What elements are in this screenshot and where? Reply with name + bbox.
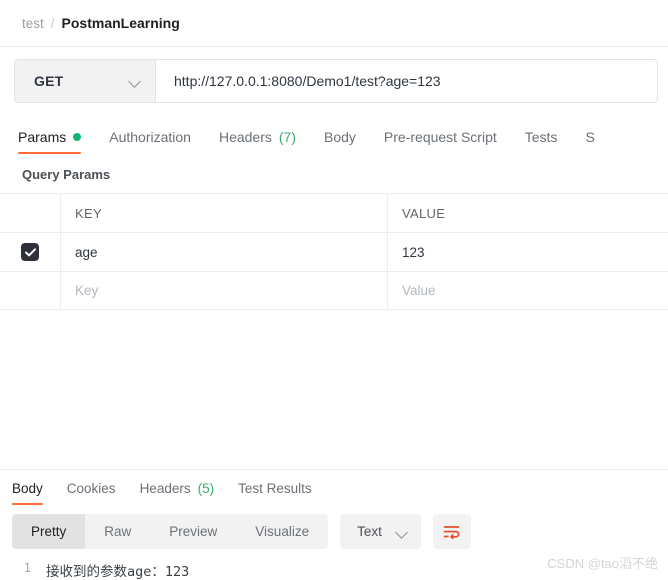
row-key-input[interactable]: age [61, 233, 388, 271]
tab-tests-label: Tests [524, 129, 558, 145]
response-format-label: Text [357, 524, 382, 539]
watermark: CSDN @tao滔不绝 [547, 556, 658, 571]
tab-tests[interactable]: Tests [525, 129, 558, 154]
url-bar-container: GET http://127.0.0.1:8080/Demo1/test?age… [0, 47, 668, 103]
word-wrap-button[interactable] [432, 514, 471, 549]
table-header-value: VALUE [402, 205, 446, 221]
line-number: 1 [23, 560, 31, 575]
row-key-input-empty[interactable]: Key [61, 272, 388, 309]
row-value-input-empty[interactable]: Value [388, 272, 668, 309]
response-tabs: Body Cookies Headers (5) Test Results [0, 470, 668, 505]
row-checkbox-cell [0, 272, 61, 309]
view-mode-pretty[interactable]: Pretty [12, 514, 86, 549]
tab-params[interactable]: Params [18, 129, 82, 154]
request-pane-filler [0, 310, 668, 469]
row-value-input[interactable]: 123 [388, 233, 668, 271]
url-input[interactable]: http://127.0.0.1:8080/Demo1/test?age=123 [156, 60, 657, 102]
tab-settings[interactable]: S [585, 129, 594, 154]
view-mode-segmented-control: Pretty Raw Preview Visualize [12, 514, 329, 549]
url-bar: GET http://127.0.0.1:8080/Demo1/test?age… [14, 59, 658, 103]
response-tab-cookies-label: Cookies [66, 481, 116, 496]
tab-authorization[interactable]: Authorization [109, 129, 191, 154]
http-method-label: GET [34, 73, 64, 89]
tab-body-label: Body [324, 129, 356, 145]
table-header-checkbox-cell [0, 194, 61, 232]
params-modified-dot-icon [73, 133, 82, 141]
response-tab-headers[interactable]: Headers (5) [140, 481, 215, 505]
view-mode-visualize[interactable]: Visualize [236, 514, 328, 549]
response-tab-body[interactable]: Body [12, 481, 43, 505]
postman-window: test / PostmanLearning .breadcrumb-bar >… [0, 0, 668, 580]
response-body: 1 接收到的参数age：123 CSDN @tao滔不绝 [0, 549, 668, 580]
word-wrap-icon [444, 525, 460, 539]
response-body-line[interactable]: 接收到的参数age：123 [44, 560, 189, 580]
response-tab-cookies[interactable]: Cookies [67, 481, 116, 505]
response-tab-body-label: Body [12, 481, 43, 496]
row-checkbox-checked[interactable] [21, 243, 39, 261]
chevron-down-icon [396, 526, 408, 538]
view-mode-raw[interactable]: Raw [85, 514, 150, 549]
breadcrumb-current[interactable]: PostmanLearning [62, 15, 180, 31]
tab-headers-label: Headers [218, 129, 272, 145]
tab-params-label: Params [18, 129, 67, 145]
response-tab-test-results-label: Test Results [238, 481, 312, 496]
tab-settings-label: S [585, 129, 595, 145]
table-header-key: KEY [61, 194, 388, 232]
response-tab-headers-label: Headers [139, 481, 191, 496]
tab-headers-count: (7) [278, 129, 296, 145]
query-params-table: KEY VALUE age 123 Key Value [0, 193, 668, 310]
breadcrumb-parent[interactable]: test [22, 16, 44, 31]
request-tabs: Params Authorization Headers (7) Body Pr… [0, 114, 668, 154]
response-tab-headers-count: (5) [197, 481, 215, 496]
response-pane: Body Cookies Headers (5) Test Results Pr… [0, 469, 668, 580]
tab-pre-request-script-label: Pre-request Script [383, 129, 497, 145]
breadcrumb: test / PostmanLearning [0, 0, 668, 47]
row-checkbox-cell [0, 233, 61, 271]
tab-pre-request-script[interactable]: Pre-request Script [384, 129, 497, 154]
view-mode-preview[interactable]: Preview [150, 514, 236, 549]
table-row: Key Value [0, 271, 668, 310]
response-toolbar: Pretty Raw Preview Visualize Text [0, 505, 668, 549]
table-row: age 123 [0, 232, 668, 271]
response-tab-test-results[interactable]: Test Results [238, 481, 312, 505]
breadcrumb-separator: / [50, 15, 55, 31]
response-format-select[interactable]: Text [340, 514, 421, 549]
chevron-down-icon [129, 75, 141, 87]
table-header-row: KEY VALUE [0, 193, 668, 232]
tab-body[interactable]: Body [324, 129, 356, 154]
query-params-title: Query Params [22, 167, 111, 182]
http-method-select[interactable]: GET [15, 60, 156, 102]
tab-headers[interactable]: Headers (7) [219, 129, 296, 154]
tab-authorization-label: Authorization [109, 129, 191, 145]
